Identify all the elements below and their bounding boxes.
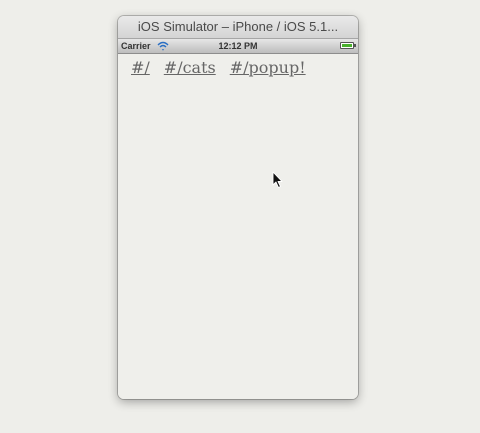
status-time: 12:12 PM: [218, 41, 258, 51]
link-cats[interactable]: #/cats: [164, 58, 216, 77]
web-content: #/ #/cats #/popup!: [118, 54, 358, 399]
simulator-window: iOS Simulator – iPhone / iOS 5.1... Carr…: [118, 16, 358, 399]
mouse-pointer-icon: [272, 171, 283, 188]
window-title: iOS Simulator – iPhone / iOS 5.1...: [118, 16, 358, 39]
battery-fill: [342, 44, 352, 47]
battery-icon: [340, 42, 356, 49]
hash-nav: #/ #/cats #/popup!: [131, 58, 320, 77]
link-root[interactable]: #/: [131, 58, 150, 77]
battery-nub: [354, 44, 356, 47]
link-popup[interactable]: #/popup!: [230, 58, 306, 77]
ios-status-bar: Carrier 12:12 PM: [118, 39, 358, 54]
